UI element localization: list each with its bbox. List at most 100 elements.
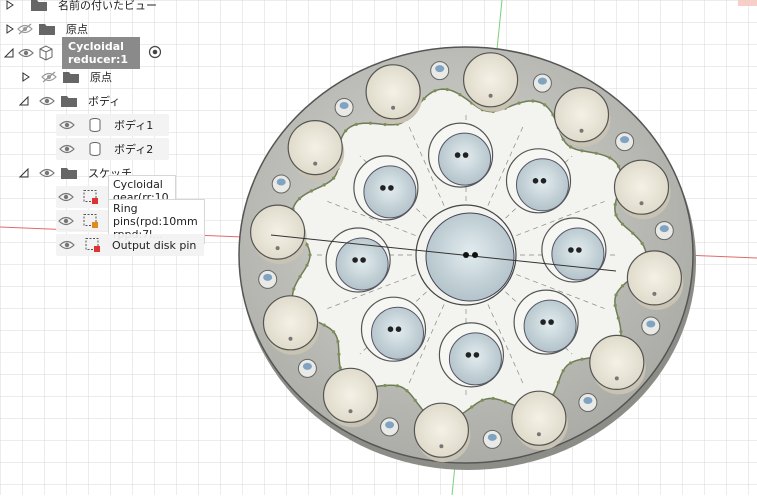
ring-pin-center xyxy=(391,105,396,110)
gear-profile-point xyxy=(614,213,618,217)
pin-marker xyxy=(568,247,574,253)
ring-pin xyxy=(262,295,319,351)
ring-pin-center xyxy=(348,409,353,414)
gear-profile-point xyxy=(608,156,612,160)
pin-marker xyxy=(532,178,539,184)
ring-pin xyxy=(613,159,670,215)
gear-profile-point xyxy=(383,122,387,127)
gear-profile-point xyxy=(480,398,484,402)
gear-profile-point xyxy=(458,93,462,97)
pin-marker xyxy=(395,326,402,333)
output-disk-pin xyxy=(438,132,492,186)
gear-profile-point xyxy=(297,197,302,201)
sketch-icon xyxy=(82,213,100,229)
output-disk-pin xyxy=(335,237,389,291)
ring-pin-center xyxy=(275,246,280,251)
tree-row-component-origin[interactable]: 原点 xyxy=(20,66,112,88)
collapse-arrow-icon[interactable] xyxy=(4,46,14,60)
eye-icon[interactable] xyxy=(18,46,34,60)
center-bore xyxy=(425,212,515,302)
gear-profile-point xyxy=(395,384,399,388)
gear-profile-point xyxy=(433,89,437,93)
eye-icon[interactable] xyxy=(58,190,74,204)
fastener-hole xyxy=(302,362,312,370)
ring-pin xyxy=(589,334,645,390)
gear-profile-point xyxy=(322,323,326,327)
fastener-hole xyxy=(583,397,593,404)
gear-profile-point xyxy=(422,97,426,101)
tree-row-bodies-folder[interactable]: ボディ xyxy=(18,90,120,112)
expand-arrow-icon[interactable] xyxy=(4,22,16,36)
viewcube-fragment xyxy=(738,0,757,6)
folder-icon xyxy=(60,93,78,109)
gear-profile-point xyxy=(640,241,644,246)
ring-pin xyxy=(250,204,306,260)
sketch-icon xyxy=(84,237,102,253)
ring-pin xyxy=(413,402,469,458)
ring-pin xyxy=(626,250,683,306)
pin-marker xyxy=(380,185,386,191)
pin-marker xyxy=(462,152,469,158)
gear-profile-point xyxy=(338,366,342,370)
tree-row-named-views[interactable]: 名前の付いたビュー xyxy=(4,0,157,16)
ring-pin-center xyxy=(614,376,619,381)
folder-icon xyxy=(60,165,78,181)
fastener-hole xyxy=(487,433,497,441)
pin-marker xyxy=(540,178,547,184)
fastener-hole xyxy=(659,225,669,233)
ring-pin-center xyxy=(652,291,657,296)
sketch-icon xyxy=(82,189,100,205)
gear-profile-point xyxy=(503,400,507,404)
pin-marker xyxy=(576,247,582,253)
folder-icon xyxy=(30,0,48,13)
eye-icon[interactable] xyxy=(58,118,76,132)
ring-pin-center xyxy=(488,93,493,98)
output-disk-pin xyxy=(371,306,424,360)
gear-profile-point xyxy=(305,243,309,247)
gear-profile-point xyxy=(580,357,584,361)
gear-profile-point xyxy=(614,293,618,297)
gear-profile-point xyxy=(613,303,617,308)
eye-icon[interactable] xyxy=(58,214,74,228)
tree-row-sketch-output-disk-pin[interactable]: Output disk pin xyxy=(56,234,205,256)
gear-profile-point xyxy=(368,121,372,125)
tree-row-component[interactable]: Cycloidal reducer:1 xyxy=(4,37,162,69)
gear-profile-point xyxy=(445,87,449,92)
collapse-arrow-icon[interactable] xyxy=(18,94,30,108)
expand-arrow-icon[interactable] xyxy=(20,70,32,84)
fastener-hole xyxy=(276,178,286,186)
gear-profile-point xyxy=(616,164,621,168)
gear-profile-point xyxy=(332,330,336,334)
collapse-arrow-icon[interactable] xyxy=(18,166,30,180)
body-cylinder-icon xyxy=(86,141,104,157)
gear-profile-point xyxy=(344,129,348,133)
gear-profile-point xyxy=(543,103,547,107)
gear-profile-point xyxy=(470,405,474,409)
gear-profile-point xyxy=(620,284,625,288)
eye-icon[interactable] xyxy=(58,238,76,252)
gear-profile-point xyxy=(517,101,521,105)
eye-icon[interactable] xyxy=(38,94,56,108)
ring-pin xyxy=(322,367,379,423)
gear-profile-point xyxy=(354,122,358,126)
gear-profile-point xyxy=(305,263,309,267)
expand-arrow-icon[interactable] xyxy=(4,0,16,12)
eye-hidden-icon[interactable] xyxy=(40,70,58,84)
gear-profile-point xyxy=(616,316,620,320)
gear-profile-point xyxy=(292,287,296,291)
eye-hidden-icon[interactable] xyxy=(16,22,34,36)
gear-profile-point xyxy=(322,183,326,187)
activate-radio-icon[interactable] xyxy=(148,45,162,62)
gear-profile-point xyxy=(336,339,340,344)
tree-row-body-2[interactable]: ボディ2 xyxy=(56,138,170,160)
eye-icon[interactable] xyxy=(58,142,76,156)
eye-icon[interactable] xyxy=(38,166,56,180)
gear-profile-point xyxy=(308,253,312,257)
fastener-hole xyxy=(435,65,445,73)
pin-marker xyxy=(465,352,472,358)
pin-marker xyxy=(473,352,480,358)
gear-profile-point xyxy=(298,275,302,279)
tree-row-body-1[interactable]: ボディ1 xyxy=(56,114,170,136)
tree-row-sketch-ring-pins[interactable]: Ring pins(rpd:10mm rppd:7l... xyxy=(56,198,205,244)
gear-profile-point xyxy=(383,383,387,388)
